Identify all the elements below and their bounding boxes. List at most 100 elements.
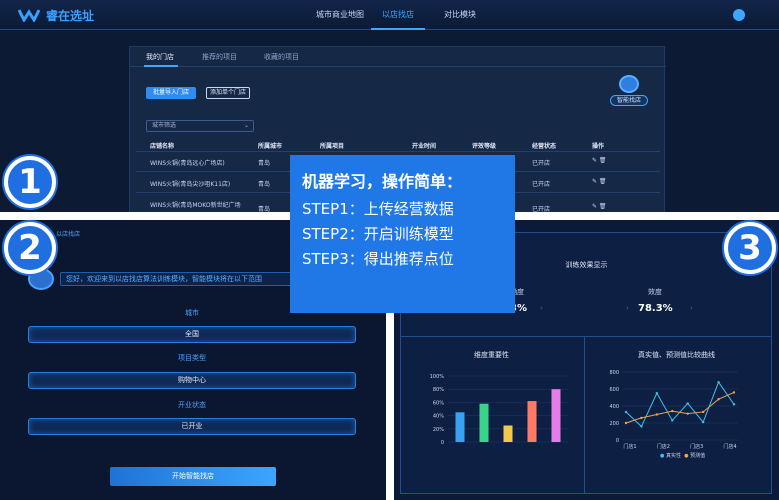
- row-2-name[interactable]: WINS火锅(青岛尖沙咀K11店): [150, 179, 230, 188]
- nav-compare[interactable]: 对比模块: [444, 9, 476, 20]
- bar-y-tick-label: 0: [441, 440, 444, 446]
- col-actions: 操作: [592, 143, 605, 150]
- line-point: [732, 403, 736, 406]
- bar-mark: [503, 425, 513, 442]
- start-smart-find-button[interactable]: 开始智能找店: [110, 467, 276, 486]
- row-1-status: 已开店: [532, 160, 551, 167]
- bar-y-tick-label: 20%: [433, 427, 444, 433]
- line-x-tick-label: 门店1: [623, 443, 636, 450]
- line-legend: ● 真实性 ● 预测值: [660, 453, 706, 459]
- row-1-name[interactable]: WINS火锅(青岛远心广场店): [150, 158, 225, 167]
- app-logo[interactable]: 睿在选址: [18, 5, 94, 25]
- line-point: [655, 392, 659, 395]
- tab-my-stores[interactable]: 我的门店: [146, 52, 174, 62]
- bar-chart-title: 维度重要性: [474, 351, 509, 359]
- row-3-status: 已开店: [532, 206, 551, 212]
- line-x-tick-label: 门店4: [723, 443, 736, 450]
- line-point: [624, 410, 628, 414]
- legend-real: 真实性: [665, 453, 681, 459]
- bar-mark: [527, 401, 537, 442]
- city-field[interactable]: 全国: [28, 326, 356, 343]
- project-type-field[interactable]: 购物中心: [28, 372, 356, 389]
- metric-right-value: 78.3%: [638, 303, 673, 314]
- chevron-left-icon[interactable]: ‹: [626, 304, 629, 312]
- bar-mark: [455, 412, 465, 442]
- line-x-tick-label: 门店3: [690, 443, 703, 450]
- line-point: [640, 416, 643, 420]
- line-y-tick-label: 200: [609, 421, 619, 427]
- line-point: [686, 402, 689, 405]
- bar-chart: 0 20% 40% 60% 80% 100%: [430, 374, 568, 446]
- line-point: [686, 412, 689, 415]
- metric-right-label: 效度: [648, 288, 662, 296]
- col-open-date: 开业时间: [412, 143, 437, 150]
- store-tabs: 我的门店 推荐的项目 收藏的项目: [130, 47, 666, 67]
- line-point: [671, 419, 674, 422]
- smart-find-button[interactable]: 智能找店: [610, 95, 648, 106]
- line-y-tick-label: 0: [616, 438, 619, 444]
- line-point: [624, 421, 628, 425]
- tab-favorites[interactable]: 收藏的项目: [264, 52, 299, 62]
- callout-title: 机器学习，操作简单：: [302, 172, 463, 191]
- line-y-tick-label: 600: [609, 387, 619, 393]
- line-point: [701, 410, 705, 414]
- wizard-breadcrumb: 以店找店: [56, 231, 81, 238]
- open-status-field[interactable]: 已开业: [28, 418, 356, 435]
- row-3-edit-delete-icon[interactable]: ✎ 🗑: [592, 203, 607, 210]
- user-avatar-icon[interactable]: [733, 9, 745, 21]
- line-point: [671, 409, 674, 413]
- row-2-edit-delete-icon[interactable]: ✎ 🗑: [592, 178, 607, 185]
- steps-callout: 机器学习，操作简单： STEP1：上传经营数据 STEP2：开启训练模型 STE…: [290, 155, 515, 313]
- bar-mark: [551, 389, 561, 442]
- row-3-city: 青岛: [258, 206, 271, 212]
- row-2-status: 已开店: [532, 181, 551, 188]
- step-badge-2: 2: [4, 222, 56, 274]
- nav-city-map[interactable]: 城市商业地图: [316, 9, 364, 20]
- top-nav-bar: 睿在选址 城市商业地图 以店找店 对比模块: [0, 0, 779, 30]
- col-rating: 评效等级: [472, 143, 497, 150]
- line-point: [717, 381, 720, 384]
- col-status: 经营状态: [532, 143, 557, 150]
- section-divider-vertical: [584, 336, 585, 494]
- row-2-city: 青岛: [258, 181, 271, 188]
- nav-find-by-store[interactable]: 以店找店: [382, 9, 414, 20]
- col-store-name: 店铺名称: [150, 143, 175, 150]
- tab-active-underline: [144, 65, 178, 67]
- step-badge-1: 1: [4, 156, 56, 208]
- line-chart: 0 200 400 600 800 门店1 门店2 门店3 门店4: [609, 370, 738, 450]
- line-y-tick-label: 400: [609, 404, 619, 410]
- bar-y-tick-label: 80%: [433, 387, 444, 393]
- line-y-tick-label: 800: [609, 370, 619, 376]
- line-point: [640, 425, 643, 428]
- line-chart-title: 真实值、预测值比较曲线: [638, 351, 715, 359]
- section-divider: [400, 336, 772, 337]
- legend-pred: 预测值: [690, 453, 706, 459]
- step-3: STEP3：得出推荐点位: [302, 250, 454, 268]
- table-divider: [136, 151, 660, 152]
- chevron-down-icon: ⌄: [243, 122, 249, 129]
- line-point: [732, 391, 736, 394]
- row-1-edit-delete-icon[interactable]: ✎ 🗑: [592, 157, 607, 164]
- logo-mark-icon: [18, 9, 40, 22]
- step-badge-3: 3: [724, 222, 776, 274]
- bar-y-tick-label: 100%: [430, 374, 445, 380]
- bulk-import-button[interactable]: 批量导入门店: [146, 87, 196, 99]
- line-point: [717, 398, 720, 401]
- chevron-right-icon[interactable]: ›: [690, 304, 693, 312]
- city-filter-select[interactable]: 城市筛选 ⌄: [146, 120, 254, 132]
- row-3-name[interactable]: WINS火锅(青岛MOKO新世纪广场: [150, 200, 241, 209]
- nav-active-underline: [371, 28, 425, 30]
- chevron-right-icon[interactable]: ›: [540, 304, 543, 312]
- bar-mark: [479, 403, 489, 442]
- row-1-city: 青岛: [258, 160, 271, 167]
- city-filter-placeholder: 城市筛选: [152, 122, 177, 129]
- tab-recommended[interactable]: 推荐的项目: [202, 52, 237, 62]
- line-x-tick-label: 门店2: [657, 443, 670, 450]
- add-store-button[interactable]: 添加单个门店: [206, 87, 250, 99]
- bar-y-tick-label: 40%: [433, 414, 444, 420]
- col-project: 所属项目: [320, 143, 345, 150]
- line-point: [701, 420, 705, 424]
- bar-y-tick-label: 60%: [433, 400, 444, 406]
- line-point: [655, 413, 659, 416]
- section-open-status-label: 开业状态: [178, 401, 206, 409]
